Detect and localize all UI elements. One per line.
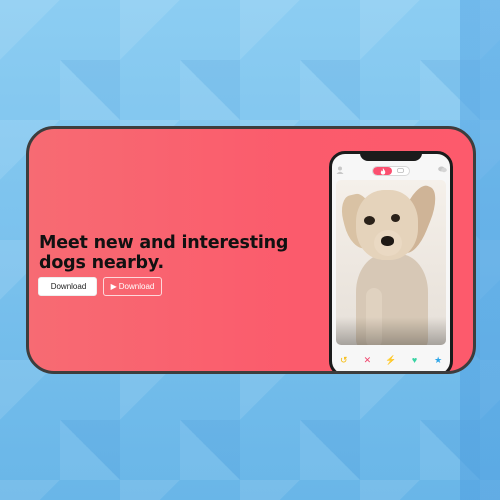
dog-photo[interactable] [336, 180, 446, 345]
swipe-actions: ↺ ✕ ⚡ ♥ ★ [332, 350, 450, 370]
hero-card: Meet new and interesting dogs nearby. Do… [26, 126, 476, 374]
hero-headline: Meet new and interesting dogs nearby. [39, 233, 289, 273]
app-top-bar [332, 164, 450, 178]
mode-toggle[interactable] [372, 166, 410, 176]
play-icon: ▶ [110, 281, 117, 291]
apple-download-button[interactable]: Download [38, 277, 97, 296]
nope-icon[interactable]: ✕ [359, 352, 375, 368]
chat-bubbles-icon[interactable] [438, 166, 447, 175]
flame-icon[interactable] [373, 167, 392, 175]
apple-download-label: Download [50, 282, 87, 291]
person-icon[interactable] [336, 166, 344, 176]
chat-icon[interactable] [392, 167, 409, 175]
dog-eye [364, 216, 375, 225]
play-download-button[interactable]: ▶ Download [103, 277, 162, 296]
like-icon[interactable]: ♥ [407, 352, 423, 368]
phone-notch [360, 154, 422, 161]
boost-icon[interactable]: ⚡ [383, 352, 399, 368]
photo-shade [336, 317, 446, 345]
dog-nose [381, 236, 394, 246]
dog-eye [391, 214, 400, 222]
rewind-icon[interactable]: ↺ [336, 352, 352, 368]
superlike-icon[interactable]: ★ [430, 352, 446, 368]
phone-mockup: ↺ ✕ ⚡ ♥ ★ [329, 151, 453, 371]
play-download-label: Download [118, 282, 155, 291]
